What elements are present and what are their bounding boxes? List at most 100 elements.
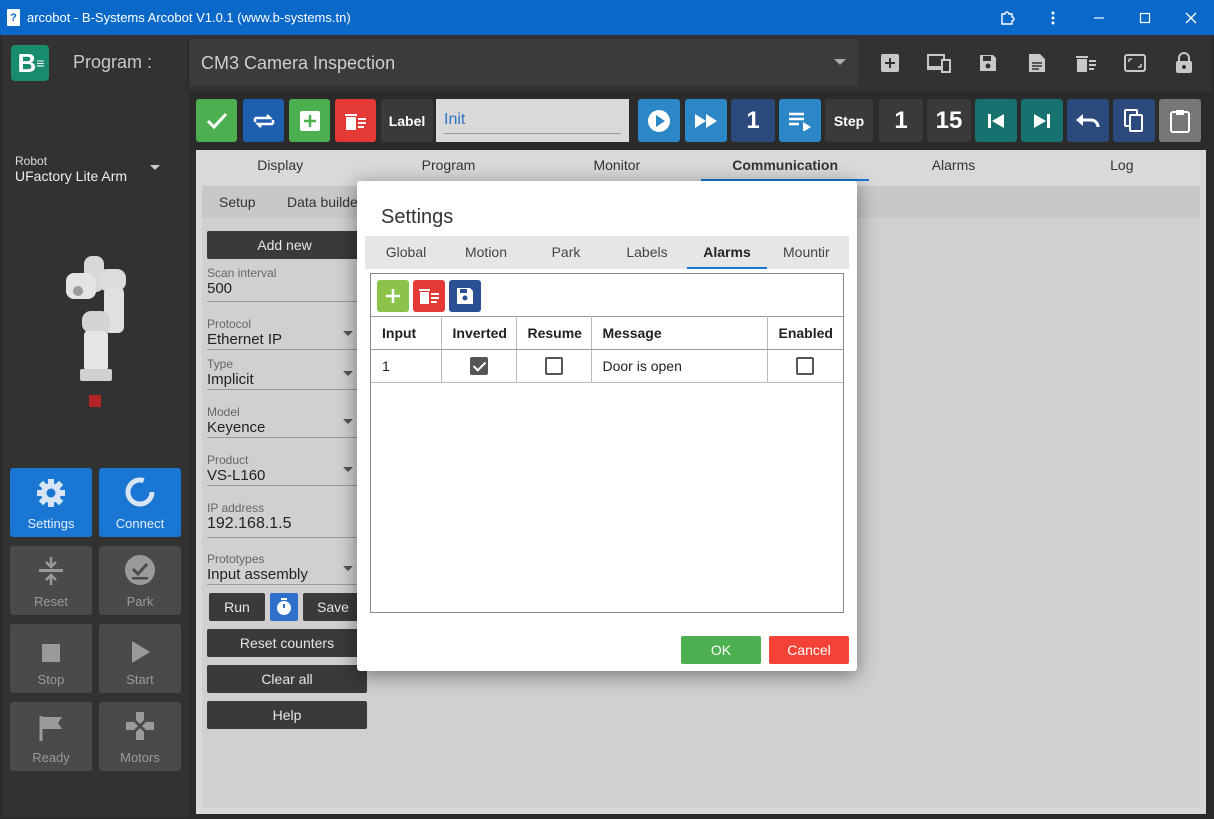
- maximize-icon[interactable]: [1122, 0, 1168, 35]
- repeat-icon: [253, 113, 274, 128]
- add-new-button[interactable]: Add new: [207, 231, 362, 259]
- cancel-button[interactable]: Cancel: [769, 636, 849, 664]
- speed-counter[interactable]: 1: [731, 99, 775, 142]
- cell-message[interactable]: Door is open: [591, 349, 768, 383]
- cell-inverted[interactable]: [441, 349, 517, 383]
- product-value: VS-L160: [207, 467, 266, 484]
- label-button[interactable]: Label: [381, 99, 433, 142]
- reset-button[interactable]: Reset: [10, 546, 92, 615]
- delete-step-button[interactable]: [335, 99, 376, 142]
- add-alarm-button[interactable]: [377, 280, 409, 312]
- column-inverted: Inverted: [441, 316, 517, 350]
- reset-icon: [38, 556, 64, 589]
- undo-icon: [1076, 113, 1100, 127]
- paste-button[interactable]: [1159, 99, 1201, 142]
- skip-last-button[interactable]: [1021, 99, 1063, 142]
- model-select[interactable]: Model Keyence: [207, 405, 357, 438]
- tab-alarms[interactable]: Alarms: [687, 236, 767, 269]
- run-button[interactable]: Run: [209, 593, 265, 621]
- step-list-button[interactable]: [779, 99, 821, 142]
- cell-enabled[interactable]: [767, 349, 843, 383]
- settings-button[interactable]: Settings: [10, 468, 92, 537]
- table-row[interactable]: 1 Door is open: [371, 349, 843, 383]
- add-box-icon[interactable]: [865, 39, 914, 86]
- start-button[interactable]: Start: [99, 624, 181, 693]
- save-icon[interactable]: [963, 39, 1012, 86]
- cell-input[interactable]: 1: [371, 349, 442, 383]
- inverted-checkbox[interactable]: [469, 357, 488, 376]
- extension-icon[interactable]: [984, 0, 1030, 35]
- minimize-icon[interactable]: [1076, 0, 1122, 35]
- label-input[interactable]: Init: [436, 99, 629, 142]
- skip-first-button[interactable]: [975, 99, 1017, 142]
- tab-park[interactable]: Park: [525, 236, 607, 269]
- play-button[interactable]: [638, 99, 680, 142]
- clear-all-button[interactable]: Clear all: [207, 665, 367, 693]
- copy-button[interactable]: [1113, 99, 1155, 142]
- ip-address-label: IP address: [207, 501, 265, 515]
- devices-icon[interactable]: [914, 39, 963, 86]
- play-circle-icon: [648, 109, 670, 132]
- step-button[interactable]: Step: [825, 99, 873, 142]
- column-input: Input: [371, 316, 442, 350]
- protocol-select[interactable]: Protocol Ethernet IP: [207, 317, 357, 350]
- prototypes-select[interactable]: Prototypes Input assembly: [207, 552, 357, 585]
- tab-program[interactable]: Program: [364, 150, 532, 181]
- ip-address-field[interactable]: IP address 192.168.1.5: [207, 501, 357, 538]
- enabled-checkbox[interactable]: [796, 357, 815, 376]
- more-icon[interactable]: [1030, 0, 1076, 35]
- stop-button[interactable]: Stop: [10, 624, 92, 693]
- document-icon[interactable]: [1012, 39, 1061, 86]
- robot-select[interactable]: UFactory Lite Arm: [15, 168, 127, 184]
- program-select[interactable]: CM3 Camera Inspection: [188, 39, 858, 86]
- ok-button[interactable]: OK: [681, 636, 761, 664]
- skip-previous-icon: [988, 113, 1004, 128]
- alarms-panel: Input Inverted Resume Message Enabled 1 …: [370, 273, 844, 613]
- repeat-button[interactable]: [243, 99, 284, 142]
- tab-labels[interactable]: Labels: [607, 236, 687, 269]
- product-select[interactable]: Product VS-L160: [207, 453, 357, 486]
- tab-display[interactable]: Display: [196, 150, 364, 181]
- delete-alarm-button[interactable]: [413, 280, 445, 312]
- motors-button[interactable]: Motors: [99, 702, 181, 771]
- ready-button[interactable]: Ready: [10, 702, 92, 771]
- window-title: arcobot - B-Systems Arcobot V1.0.1 (www.…: [27, 10, 351, 25]
- add-step-button[interactable]: [289, 99, 330, 142]
- close-icon[interactable]: [1168, 0, 1214, 35]
- tab-communication[interactable]: Communication: [700, 150, 870, 181]
- tab-log[interactable]: Log: [1038, 150, 1206, 181]
- reset-counters-button[interactable]: Reset counters: [207, 629, 367, 657]
- type-select[interactable]: Type Implicit: [207, 357, 357, 390]
- validate-button[interactable]: [196, 99, 237, 142]
- scan-interval-field[interactable]: Scan interval 500: [207, 266, 357, 302]
- cell-resume[interactable]: [516, 349, 592, 383]
- column-resume: Resume: [516, 316, 592, 350]
- screen-icon[interactable]: [1110, 39, 1159, 86]
- tab-mounting[interactable]: Mountir: [767, 236, 849, 269]
- subtab-setup[interactable]: Setup: [219, 194, 256, 210]
- type-label: Type: [207, 357, 234, 371]
- resume-checkbox[interactable]: [544, 357, 563, 376]
- copy-icon: [1124, 108, 1143, 132]
- help-button[interactable]: Help: [207, 701, 367, 729]
- fast-forward-button[interactable]: [685, 99, 727, 142]
- save-button[interactable]: Save: [303, 593, 363, 621]
- connect-label: Connect: [115, 516, 165, 531]
- tab-monitor[interactable]: Monitor: [533, 150, 701, 181]
- type-value: Implicit: [207, 371, 254, 388]
- program-label: Program :: [73, 52, 153, 72]
- tab-global[interactable]: Global: [365, 236, 447, 269]
- tab-alarms[interactable]: Alarms: [869, 150, 1037, 181]
- chevron-down-icon[interactable]: [150, 165, 160, 170]
- undo-button[interactable]: [1067, 99, 1109, 142]
- timer-button[interactable]: [270, 593, 298, 621]
- save-alarms-button[interactable]: [449, 280, 481, 312]
- park-button[interactable]: Park: [99, 546, 181, 615]
- robot-caption: Robot: [15, 154, 48, 168]
- dialog-title: Settings: [381, 206, 454, 228]
- tab-motion[interactable]: Motion: [447, 236, 525, 269]
- subtab-data-builder[interactable]: Data builde: [287, 194, 358, 210]
- connect-button[interactable]: Connect: [99, 468, 181, 537]
- lock-icon[interactable]: [1159, 39, 1208, 86]
- delete-list-icon[interactable]: [1061, 39, 1110, 86]
